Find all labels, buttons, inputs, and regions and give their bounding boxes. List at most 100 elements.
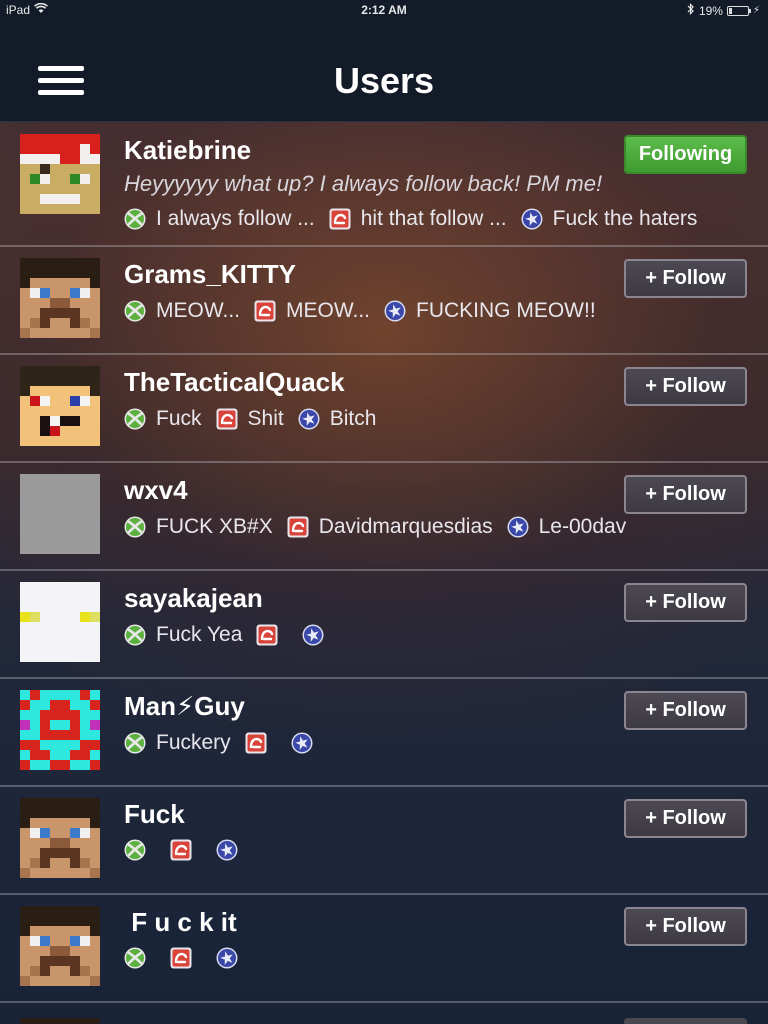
playstation-icon [291,732,313,754]
xbox-icon [124,839,146,861]
user-row[interactable]: TheTacticalQuack Fuck Shit Bitch + Follow [0,355,768,463]
follow-button[interactable] [624,1018,747,1024]
avatar[interactable] [20,366,100,446]
kik-tag: hit that follow ... [329,207,507,231]
psn-tag [216,839,248,861]
page-title: Users [333,60,435,101]
xbox-gamertag: I always follow ... [156,207,315,230]
kik-tag [256,624,288,646]
xbox-tag: Fuck [124,407,202,431]
following-button[interactable]: Following [624,135,747,174]
battery-percent: 19% [698,3,723,18]
psn-id: FUCKING MEOW!! [416,299,596,322]
xbox-gamertag: Fuckery [156,731,231,754]
kik-icon [245,732,267,754]
avatar[interactable] [20,906,100,986]
list-item-partial [0,1016,768,1024]
user-row[interactable]: F u c k it + Follow [0,895,768,1003]
kik-tag: MEOW... [254,299,370,323]
avatar[interactable] [20,258,100,338]
user-row[interactable]: wxv4 FUCK XB#X Davidmarquesdias Le-00dav + F… [0,463,768,571]
username[interactable]: Katiebrine [124,135,251,166]
xbox-tag [124,947,156,969]
xbox-icon [124,516,146,538]
username[interactable]: TheTacticalQuack [124,367,345,398]
kik-username: Shit [247,407,284,430]
follow-button[interactable]: + Follow [624,259,747,298]
avatar[interactable] [20,134,100,214]
xbox-tag: FUCK XB#X [124,515,273,539]
psn-tag [302,624,334,646]
username[interactable]: Fuck [124,799,185,830]
username[interactable]: sayakajean [124,583,263,614]
playstation-icon [216,839,238,861]
xbox-icon [124,947,146,969]
user-row[interactable]: Katiebrine Heyyyyyy what up? I always fol… [0,123,768,247]
kik-icon [170,947,192,969]
psn-tag: Le-00dav [507,515,627,539]
xbox-tag: Fuckery [124,731,231,755]
charging-icon: ⚡ [752,5,760,16]
xbox-icon [124,624,146,646]
follow-button[interactable]: + Follow [624,799,747,838]
xbox-icon [124,408,146,430]
status-right: 19% ⚡ [687,3,760,18]
xbox-gamertag: Fuck [156,407,202,430]
avatar[interactable] [20,474,100,554]
kik-username: hit that follow ... [360,207,507,230]
avatar[interactable] [20,582,100,662]
kik-tag [245,732,277,754]
gamertags: MEOW... MEOW... FUCKING MEOW!! [124,299,610,323]
kik-icon [216,408,238,430]
username[interactable]: Man⚡Guy [124,691,245,722]
battery-icon [726,5,751,16]
kik-username: Davidmarquesdias [318,515,493,538]
user-row[interactable]: Man⚡Guy Fuckery + Follow [0,679,768,787]
psn-id: Le-00dav [538,515,627,538]
xbox-icon [124,208,146,230]
kik-username: MEOW... [286,299,370,322]
gamertags [124,839,262,861]
follow-button[interactable]: + Follow [624,691,747,730]
user-row[interactable]: sayakajean Fuck Yea + Follow [0,571,768,679]
username[interactable]: F u c k it [124,907,236,938]
gamertags [124,947,262,969]
playstation-icon [521,208,543,230]
kik-tag: Davidmarquesdias [287,515,493,539]
follow-button[interactable]: + Follow [624,907,747,946]
clock: 2:12 AM [361,3,407,17]
psn-id: Fuck the haters [552,207,698,230]
xbox-gamertag: FUCK XB#X [156,515,273,538]
playstation-icon [507,516,529,538]
navigation-bar: Users [0,20,768,122]
psn-tag: FUCKING MEOW!! [384,299,596,323]
psn-tag: Bitch [298,407,376,431]
playstation-icon [302,624,324,646]
avatar[interactable] [20,798,100,878]
playstation-icon [384,300,406,322]
xbox-tag: Fuck Yea [124,623,242,647]
kik-icon [254,300,276,322]
xbox-tag: MEOW... [124,299,240,323]
follow-button[interactable]: + Follow [624,583,747,622]
user-bio: Heyyyyyy what up? I always follow back! … [124,171,603,196]
avatar[interactable] [20,690,100,770]
gamertags: Fuck Shit Bitch [124,407,390,431]
xbox-icon [124,732,146,754]
follow-button[interactable]: + Follow [624,367,747,406]
kik-icon [329,208,351,230]
gamertags: FUCK XB#X Davidmarquesdias Le-00dav [124,515,640,539]
user-row[interactable]: Fuck + Follow [0,787,768,895]
xbox-tag [124,839,156,861]
username[interactable]: wxv4 [124,475,188,506]
username[interactable]: Grams_KITTY [124,259,296,290]
psn-tag [216,947,248,969]
follow-button[interactable]: + Follow [624,475,747,514]
user-row[interactable]: Grams_KITTY MEOW... MEOW... FUCKING MEOW!! +… [0,247,768,355]
playstation-icon [298,408,320,430]
kik-tag [170,839,202,861]
gamertags: Fuck Yea [124,623,348,647]
playstation-icon [216,947,238,969]
xbox-gamertag: Fuck Yea [156,623,243,646]
user-list: Katiebrine Heyyyyyy what up? I always fol… [0,123,768,1003]
